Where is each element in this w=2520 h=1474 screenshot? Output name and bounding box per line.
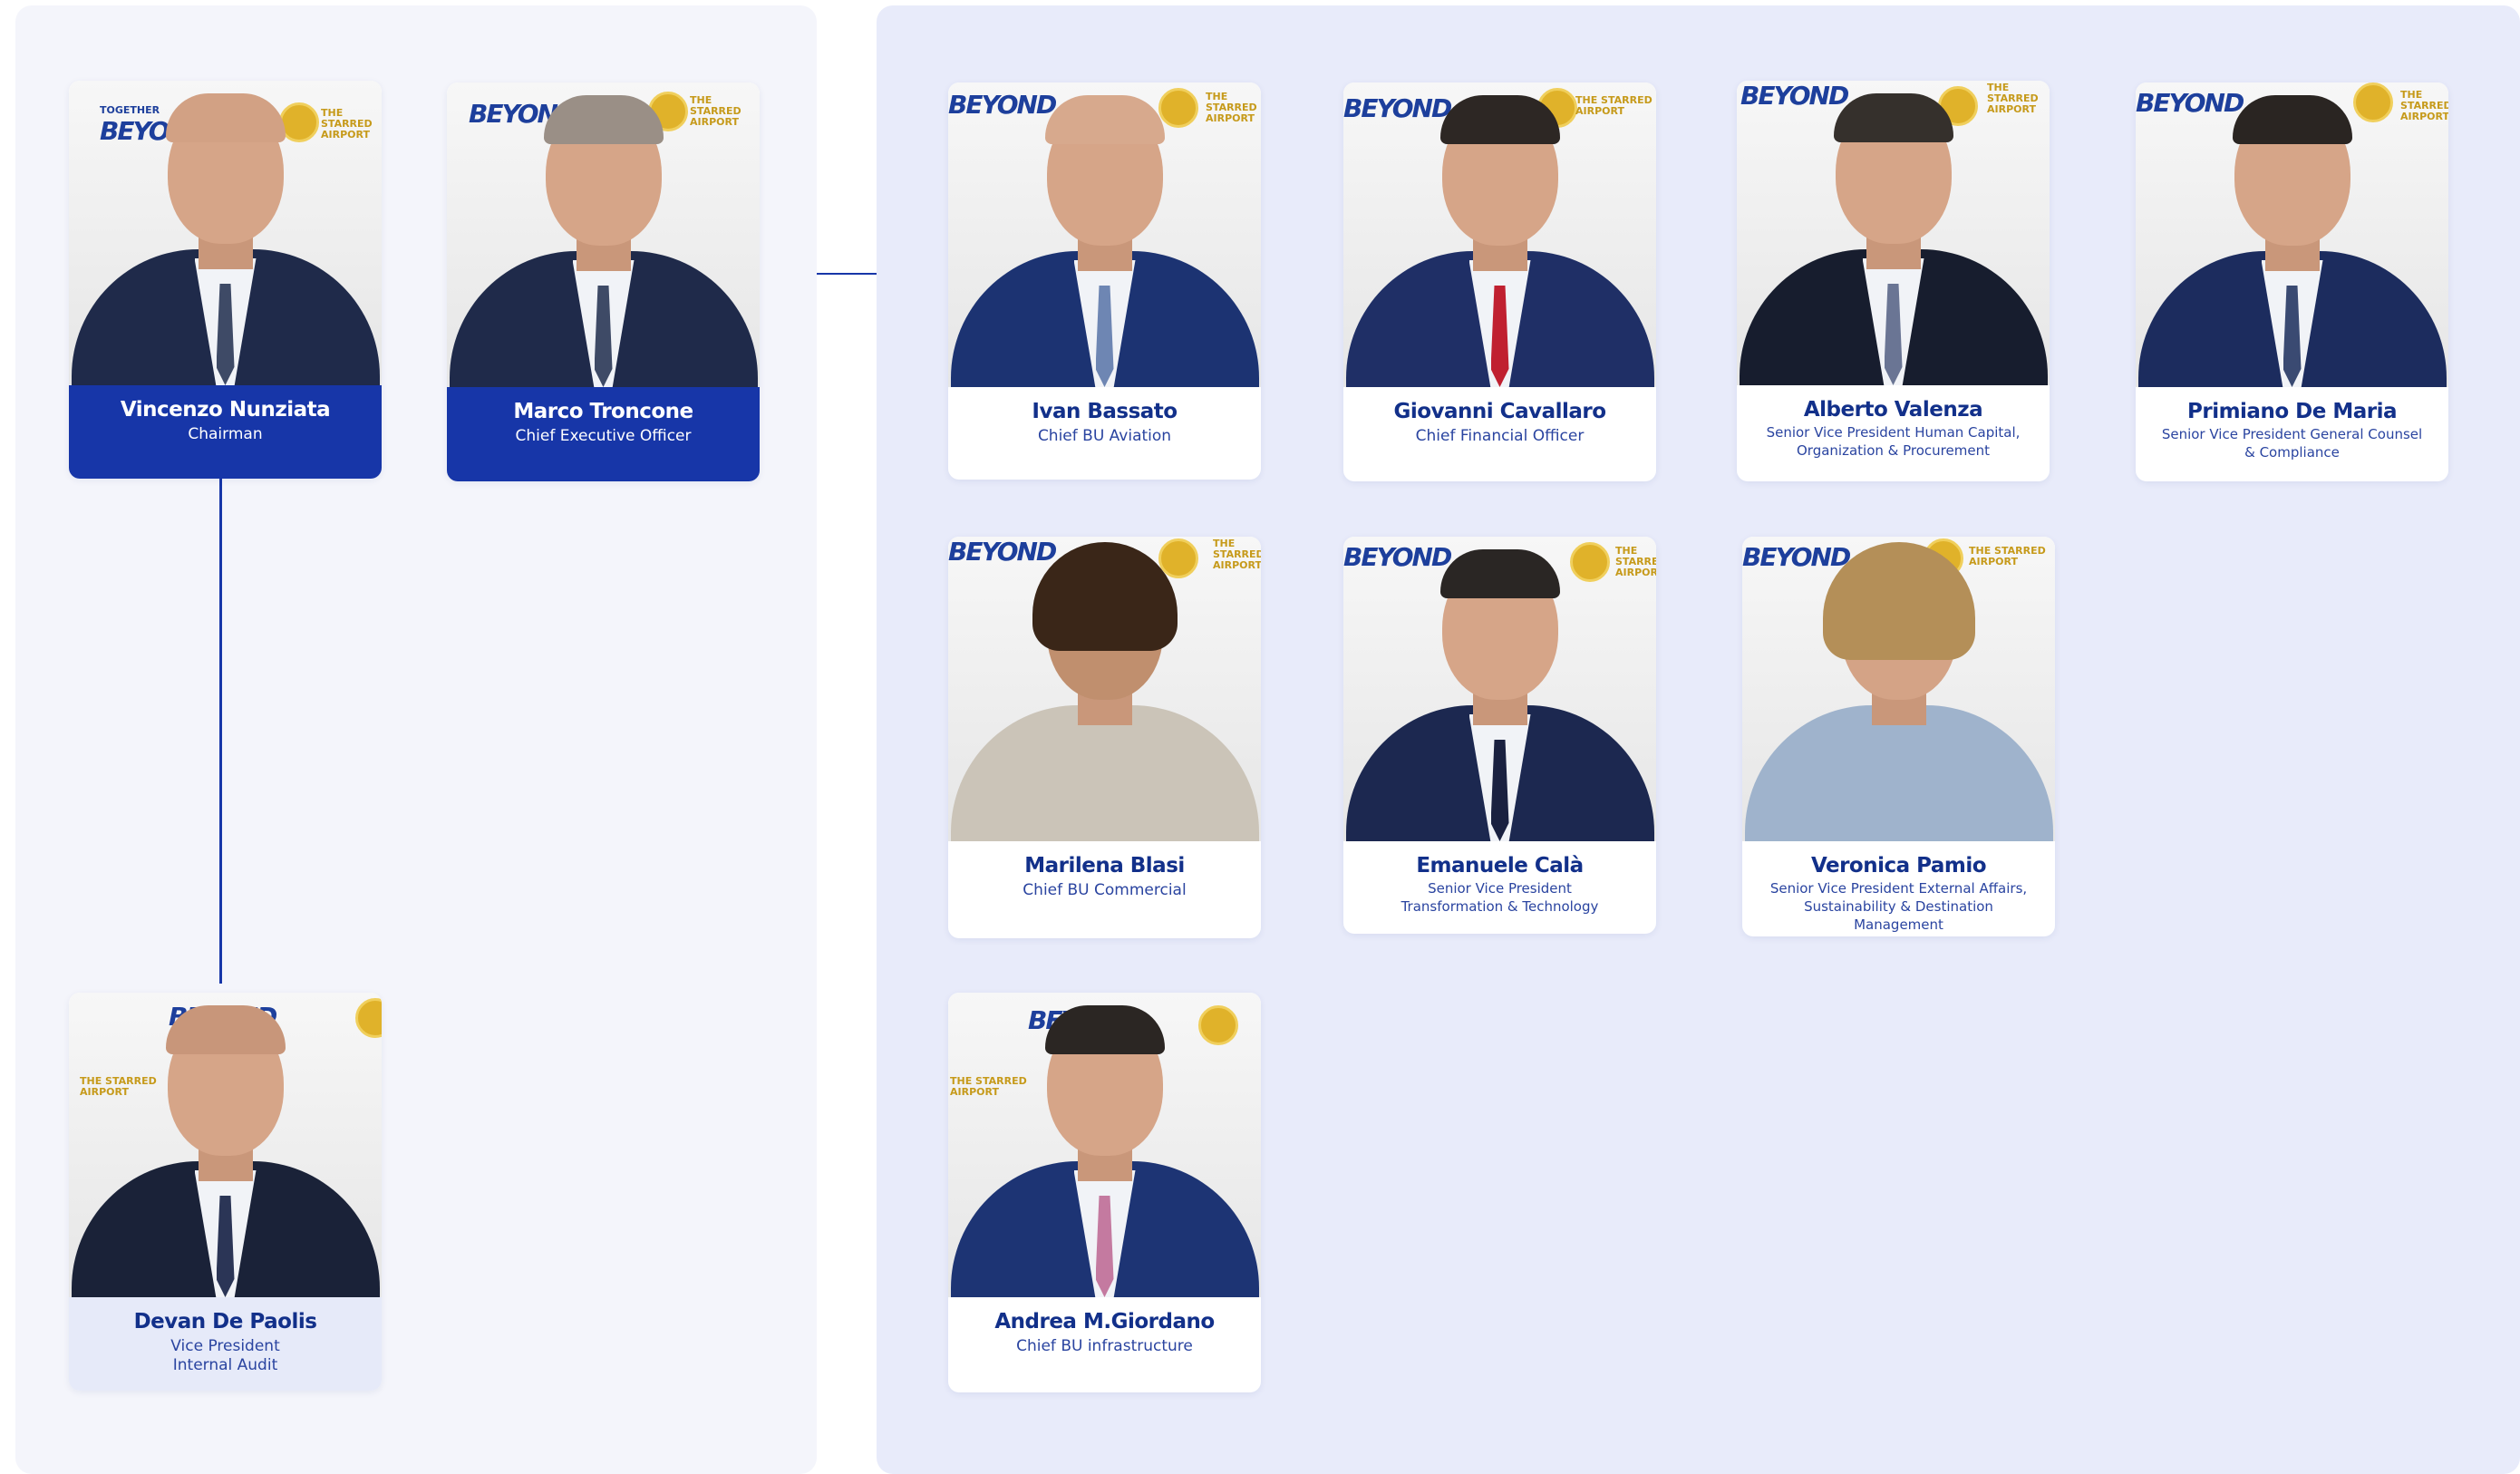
photo-ceo: BEYOND THE STARRED AIRPORT xyxy=(447,82,760,387)
card-info: Alberto Valenza Senior Vice President Hu… xyxy=(1737,385,2050,480)
board-management-connector xyxy=(817,273,877,275)
card-info: Marilena Blasi Chief BU Commercial xyxy=(948,841,1261,936)
brand-logo: BEYOND xyxy=(1343,542,1452,572)
person-name: Veronica Pamio xyxy=(1810,854,1987,878)
photo: BEYOND THE STARRED AIRPORT xyxy=(948,993,1261,1297)
person-role: Senior Vice President External Affairs, … xyxy=(1769,880,2028,933)
person-role: Senior Vice President Human Capital, Org… xyxy=(1766,424,2021,459)
photo-audit: BEYOND THE STARRED AIRPORT xyxy=(69,993,382,1297)
person-role: Chairman xyxy=(188,425,263,443)
person-role: Chief BU Commercial xyxy=(1023,881,1187,899)
photo: BEYOND THE STARRED AIRPORT xyxy=(1343,537,1656,841)
medal-icon xyxy=(1198,1005,1238,1045)
card-management-3[interactable]: BEYOND THE STARRED AIRPORT Alberto Valen… xyxy=(1737,81,2050,481)
person-role: Chief BU Aviation xyxy=(1037,427,1172,445)
medal-label: THE STARRED AIRPORT xyxy=(950,1075,1027,1098)
brand-logo: BEYOND xyxy=(1742,542,1851,572)
medal-label: THE STARRED AIRPORT xyxy=(1206,91,1257,124)
person-role: Chief BU infrastructure xyxy=(1016,1337,1193,1355)
person-role: Chief Financial Officer xyxy=(1415,427,1585,445)
photo: BEYOND THE STARRED AIRPORT xyxy=(2136,82,2448,387)
card-management-4[interactable]: BEYOND THE STARRED AIRPORT Primiano De M… xyxy=(2136,82,2448,481)
medal-icon xyxy=(1158,88,1198,128)
medal-icon xyxy=(1570,542,1610,582)
card-management-1[interactable]: BEYOND THE STARRED AIRPORT Ivan Bassato … xyxy=(948,82,1261,480)
photo: BEYOND THE STARRED AIRPORT xyxy=(1737,81,2050,385)
person-name: Alberto Valenza xyxy=(1803,398,1983,422)
person-name: Giovanni Cavallaro xyxy=(1393,400,1606,423)
person-name: Marilena Blasi xyxy=(1024,854,1185,878)
photo: BEYOND THE STARRED AIRPORT xyxy=(1343,82,1656,387)
medal-icon xyxy=(2353,82,2393,122)
person-name: Devan De Paolis xyxy=(133,1310,317,1333)
brand-logo: BEYOND xyxy=(948,537,1057,567)
person-name: Emanuele Calà xyxy=(1416,854,1584,878)
medal-label: THE STARRED AIRPORT xyxy=(1615,545,1656,578)
card-info: Marco Troncone Chief Executive Officer xyxy=(447,387,760,481)
medal-label: THE STARRED AIRPORT xyxy=(1575,94,1653,117)
card-internal-audit[interactable]: BEYOND THE STARRED AIRPORT Devan De Paol… xyxy=(69,993,382,1391)
card-info: Veronica Pamio Senior Vice President Ext… xyxy=(1742,841,2055,936)
card-info: Vincenzo Nunziata Chairman xyxy=(69,385,382,479)
card-management-7[interactable]: BEYOND THE STARRED AIRPORT Veronica Pami… xyxy=(1742,537,2055,936)
card-info: Andrea M.Giordano Chief BU infrastructur… xyxy=(948,1297,1261,1392)
medal-label: THE STARRED AIRPORT xyxy=(80,1075,157,1098)
person-role: Chief Executive Officer xyxy=(515,427,692,445)
medal-label: THE STARRED AIRPORT xyxy=(1987,82,2039,115)
person-role: Vice President Internal Audit xyxy=(170,1337,280,1374)
medal-label: THE STARRED AIRPORT xyxy=(1969,545,2046,567)
card-management-6[interactable]: BEYOND THE STARRED AIRPORT Emanuele Calà… xyxy=(1343,537,1656,934)
person-name: Andrea M.Giordano xyxy=(994,1310,1215,1333)
photo: BEYOND THE STARRED AIRPORT xyxy=(948,537,1261,841)
card-chairman[interactable]: TOGETHER BEYOND THE STARRED AIRPORT Vince… xyxy=(69,81,382,479)
person-name: Marco Troncone xyxy=(513,400,693,423)
card-info: Primiano De Maria Senior Vice President … xyxy=(2136,387,2448,481)
card-info: Ivan Bassato Chief BU Aviation xyxy=(948,387,1261,480)
card-ceo[interactable]: BEYOND THE STARRED AIRPORT Marco Troncon… xyxy=(447,82,760,481)
person-name: Vincenzo Nunziata xyxy=(120,398,331,422)
medal-icon xyxy=(279,102,319,142)
medal-label: THE STARRED AIRPORT xyxy=(690,94,741,128)
brand-logo: BEYOND xyxy=(948,90,1057,120)
person-role: Senior Vice President Transformation & T… xyxy=(1401,880,1599,915)
medal-label: THE STARRED AIRPORT xyxy=(321,107,373,141)
photo: BEYOND THE STARRED AIRPORT xyxy=(948,82,1261,387)
brand-logo: BEYOND xyxy=(1343,93,1452,123)
photo: BEYOND THE STARRED AIRPORT xyxy=(1742,537,2055,841)
medal-icon xyxy=(355,998,382,1038)
card-info: Giovanni Cavallaro Chief Financial Offic… xyxy=(1343,387,1656,481)
brand-logo: BEYOND xyxy=(2136,88,2244,118)
photo-chairman: TOGETHER BEYOND THE STARRED AIRPORT xyxy=(69,81,382,385)
brand-logo: BEYOND xyxy=(1740,81,1849,111)
card-info: Devan De Paolis Vice President Internal … xyxy=(69,1297,382,1391)
chairman-audit-connector xyxy=(219,479,222,984)
person-name: Primiano De Maria xyxy=(2187,400,2398,423)
person-role: Senior Vice President General Counsel & … xyxy=(2161,426,2423,461)
card-management-5[interactable]: BEYOND THE STARRED AIRPORT Marilena Blas… xyxy=(948,537,1261,938)
card-management-8[interactable]: BEYOND THE STARRED AIRPORT Andrea M.Gior… xyxy=(948,993,1261,1392)
person-name: Ivan Bassato xyxy=(1032,400,1178,423)
medal-label: THE STARRED AIRPORT xyxy=(2400,89,2448,122)
card-info: Emanuele Calà Senior Vice President Tran… xyxy=(1343,841,1656,934)
medal-label: THE STARRED AIRPORT xyxy=(1213,538,1261,571)
card-management-2[interactable]: BEYOND THE STARRED AIRPORT Giovanni Cava… xyxy=(1343,82,1656,481)
